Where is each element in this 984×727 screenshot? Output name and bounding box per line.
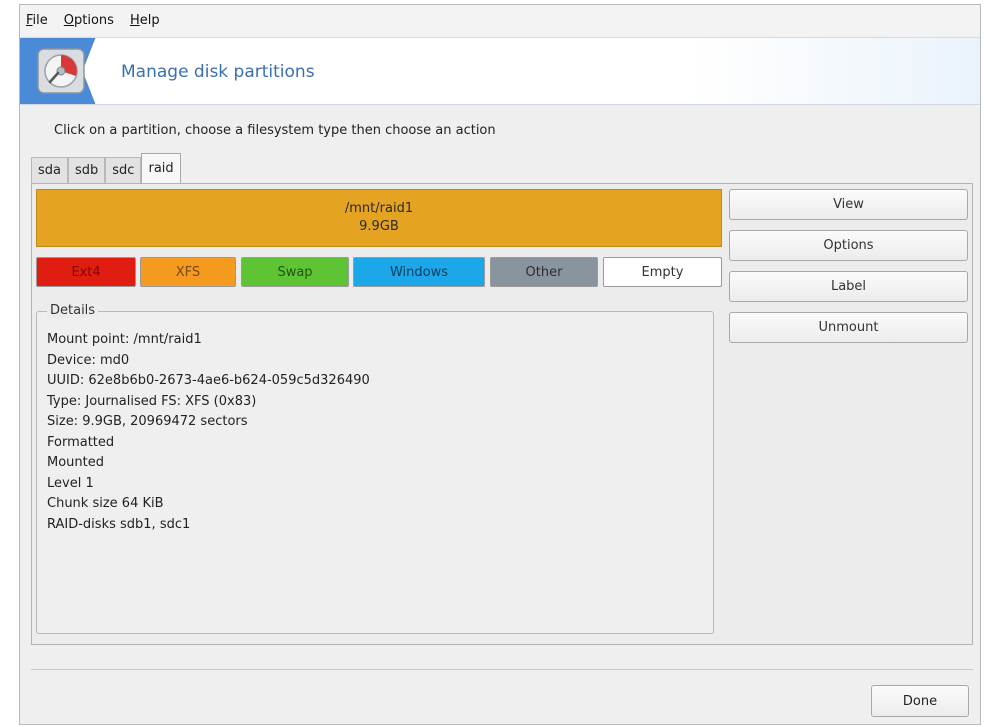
label-button[interactable]: Label (729, 271, 968, 302)
fs-type-ext4[interactable]: Ext4 (36, 257, 136, 287)
detail-line: Mount point: /mnt/raid1 (47, 332, 202, 347)
tab-raid[interactable]: raid (141, 153, 181, 183)
menu-help-label: elp (139, 13, 160, 28)
detail-line: Mounted (47, 455, 104, 470)
menu-file-label: ile (32, 13, 48, 28)
detail-line: Chunk size 64 KiB (47, 496, 164, 511)
footer-separator (31, 669, 973, 670)
partition-manager-window: File Options Help Manage disk partitions… (19, 4, 981, 725)
filesystem-legend: Ext4 XFS Swap Windows Other Empty (36, 257, 724, 287)
menu-file[interactable]: File (26, 13, 48, 28)
tab-panel: /mnt/raid1 9.9GB Ext4 XFS Swap Windows O… (31, 183, 973, 645)
detail-line: Level 1 (47, 475, 94, 491)
partition-block[interactable]: /mnt/raid1 9.9GB (36, 189, 722, 247)
page-title: Manage disk partitions (121, 62, 315, 82)
options-button[interactable]: Options (729, 230, 968, 261)
menu-help[interactable]: Help (130, 13, 160, 28)
instruction-text: Click on a partition, choose a filesyste… (54, 123, 496, 138)
disk-tabs: sda sdb sdc raid (31, 153, 181, 183)
detail-line: Size: 9.9GB, 20969472 sectors (47, 414, 248, 429)
menu-options-label: ptions (74, 13, 114, 28)
details-list: Mount point: /mnt/raid1 Device: md0 UUID… (47, 330, 370, 535)
menu-options-mnemonic: O (63, 13, 75, 28)
tab-sdb[interactable]: sdb (68, 157, 106, 183)
partition-mount: /mnt/raid1 (344, 201, 414, 216)
fs-type-other[interactable]: Other (490, 257, 598, 287)
tab-sda[interactable]: sda (31, 157, 68, 183)
header-banner: Manage disk partitions (20, 37, 980, 105)
detail-line: UUID: 62e8b6b0-2673-4ae6-b624-059c5d3264… (47, 373, 370, 388)
details-group: Details Mount point: /mnt/raid1 Device: … (36, 303, 714, 634)
disk-partition-icon (37, 48, 85, 94)
unmount-button[interactable]: Unmount (729, 312, 968, 343)
done-button[interactable]: Done (871, 685, 969, 717)
fs-type-windows[interactable]: Windows (353, 257, 485, 287)
tab-sdc[interactable]: sdc (105, 157, 142, 183)
view-button[interactable]: View (729, 189, 968, 220)
detail-line: RAID-disks sdb1, sdc1 (47, 516, 191, 532)
fs-type-swap[interactable]: Swap (241, 257, 349, 287)
detail-line: Device: md0 (47, 352, 130, 368)
detail-line: Type: Journalised FS: XFS (0x83) (47, 393, 257, 409)
fs-type-empty[interactable]: Empty (603, 257, 722, 287)
menu-options[interactable]: Options (64, 13, 114, 28)
details-heading: Details (47, 303, 99, 318)
menubar: File Options Help (20, 5, 980, 36)
partition-size: 9.9GB (359, 219, 399, 234)
fs-type-xfs[interactable]: XFS (140, 257, 236, 287)
menu-help-mnemonic: H (129, 13, 140, 28)
detail-line: Formatted (47, 434, 115, 450)
